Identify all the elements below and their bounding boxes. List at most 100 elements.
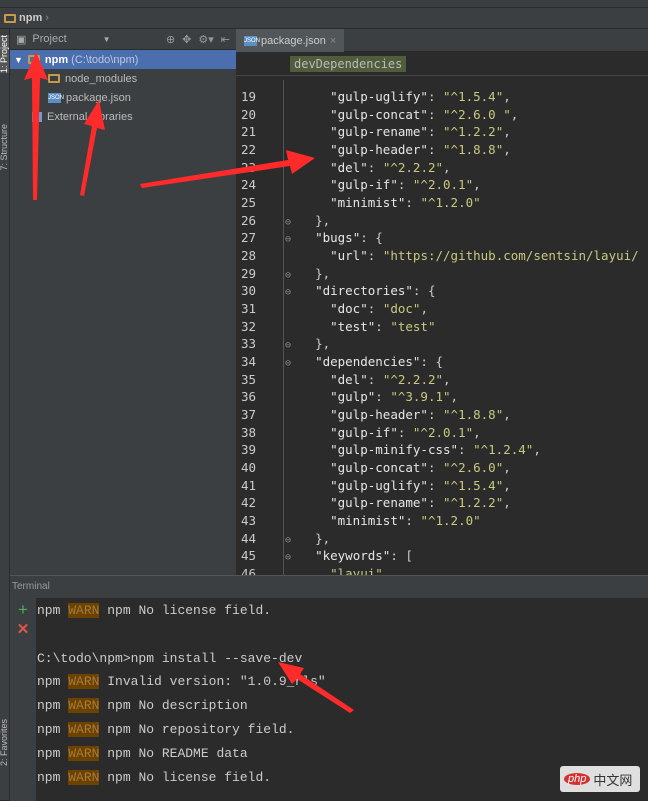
- json-value: "^1.5.4": [443, 477, 504, 493]
- tab-label: package.json: [261, 34, 326, 47]
- terminal-text: npm: [37, 674, 69, 690]
- project-view-select[interactable]: Project: [32, 33, 66, 45]
- json-punct: ,: [503, 142, 511, 157]
- json-punct: ,: [510, 106, 519, 122]
- json-key: "minimist": [330, 195, 406, 211]
- json-value: "^1.5.4": [443, 89, 504, 104]
- json-value: "^1.8.8": [443, 407, 504, 423]
- terminal-header: Terminal: [10, 576, 648, 598]
- code-line: 25 "minimist": "^1.2.0": [236, 194, 648, 212]
- tree-item-external-libraries[interactable]: External Libraries: [10, 107, 236, 126]
- line-number: 44: [241, 530, 257, 546]
- locate-icon[interactable]: ⊕: [166, 33, 175, 46]
- code-line: 27 ⊖ "bugs": {: [236, 229, 648, 247]
- json-key: "gulp-concat": [330, 106, 428, 122]
- json-file-icon: JSON: [48, 92, 65, 103]
- terminal-line: npm WARN Invalid version: "1.0.9_rls": [36, 671, 326, 691]
- tree-item-label: External Libraries: [47, 110, 133, 123]
- tool-tab-favorites[interactable]: 2: Favorites: [0, 719, 9, 766]
- nav-project[interactable]: npm: [19, 12, 42, 24]
- terminal-text: npm: [37, 603, 69, 618]
- terminal-line: npm WARN npm No license field.: [36, 767, 271, 787]
- json-key: "gulp-concat": [330, 460, 428, 476]
- line-number: 34: [241, 354, 257, 370]
- warn-badge: WARN: [68, 603, 100, 618]
- code-line: 32 "test": "test": [236, 318, 648, 336]
- tool-tab-structure[interactable]: 7: Structure: [0, 124, 9, 171]
- terminal-text: npm: [37, 745, 69, 761]
- tree-item-node-modules[interactable]: node_modules: [10, 69, 236, 88]
- code-line: 24 "gulp-if": "^2.0.1",: [236, 176, 648, 194]
- code-line: 22 "gulp-header": "^1.8.8",: [236, 141, 648, 159]
- close-session-icon[interactable]: ✕: [10, 620, 36, 638]
- project-panel-header: ▣ Project ▼ ⊕ ✥ ⚙▾ ⇤: [10, 29, 236, 50]
- terminal-text: C:\todo\npm>npm install --save-dev: [37, 650, 303, 666]
- tree-item-npm[interactable]: ▼ npm (C:\todo\npm): [10, 50, 236, 69]
- code-line: 36 "gulp": "^3.9.1",: [236, 388, 648, 406]
- json-value: "^1.8.8": [443, 142, 504, 157]
- navigation-bar: npm ›: [0, 8, 648, 29]
- json-punct: ,: [503, 124, 511, 140]
- json-value: "^2.0.1": [412, 177, 474, 193]
- line-number: 26: [241, 212, 257, 228]
- json-key: "gulp-rename": [330, 124, 428, 140]
- line-number: 36: [241, 389, 257, 405]
- json-punct: ,: [420, 301, 428, 317]
- code-line: 38 "gulp-if": "^2.0.1",: [236, 424, 648, 442]
- code-line: 35 "del": "^2.2.2",: [236, 371, 648, 389]
- json-value: "^1.2.0": [420, 513, 481, 529]
- tool-tab-project[interactable]: 1: Project: [0, 35, 9, 74]
- line-number: 29: [241, 265, 257, 281]
- terminal-toolbar: + ✕: [10, 598, 36, 801]
- json-punct: ,: [503, 477, 511, 493]
- editor: JSON package.json × devDependencies 19 "…: [236, 29, 648, 581]
- json-punct: ,: [443, 371, 451, 387]
- json-key: "gulp-header": [330, 142, 428, 157]
- code-line: 20 "gulp-concat": "^2.6.0 ",: [236, 106, 648, 124]
- code-line: 34 ⊖ "dependencies": {: [236, 353, 648, 371]
- json-key: "gulp-rename": [330, 495, 428, 511]
- json-punct: ,: [443, 159, 451, 175]
- json-punct: },: [315, 336, 331, 352]
- json-value: "doc": [382, 301, 421, 317]
- gear-icon[interactable]: ⚙▾: [198, 33, 213, 46]
- json-punct: ,: [503, 460, 511, 476]
- new-session-icon[interactable]: +: [10, 600, 36, 620]
- tree-item-package-json[interactable]: JSON package.json: [10, 88, 236, 107]
- json-value: "^2.6.0": [443, 460, 504, 476]
- expand-arrow-icon[interactable]: ▼: [14, 55, 23, 65]
- line-number: 33: [241, 336, 257, 352]
- line-number: 43: [241, 513, 257, 529]
- line-number: 37: [241, 407, 257, 423]
- json-punct: : [: [390, 548, 413, 564]
- collapse-icon[interactable]: ✥: [182, 33, 191, 46]
- json-punct: ,: [473, 177, 481, 193]
- code-line: 44 ⊖ },: [236, 530, 648, 548]
- terminal-panel: Terminal + ✕ npm WARN npm No license fie…: [10, 575, 648, 801]
- code-line: 33 ⊖ },: [236, 335, 648, 353]
- json-value: "^3.9.1": [390, 389, 451, 405]
- terminal-line: npm WARN npm No license field.: [36, 600, 271, 620]
- breadcrumb-item[interactable]: devDependencies: [290, 56, 407, 72]
- line-number: 24: [241, 177, 257, 193]
- close-icon[interactable]: ×: [330, 35, 336, 47]
- folder-icon: [48, 74, 60, 83]
- terminal-line: npm WARN npm No README data: [36, 743, 248, 763]
- code-line: 30 ⊖ "directories": {: [236, 282, 648, 300]
- code-line: 26 ⊖ },: [236, 212, 648, 230]
- tab-package-json[interactable]: JSON package.json ×: [236, 29, 345, 52]
- json-value: "^2.6.0 ": [443, 106, 511, 122]
- left-tool-stripe: 1: Project 7: Structure 2: Favorites: [0, 29, 10, 800]
- chevron-down-icon[interactable]: ▼: [103, 35, 111, 44]
- json-key: "gulp-header": [330, 407, 428, 423]
- hide-icon[interactable]: ⇤: [221, 33, 230, 46]
- code-line: 19 "gulp-uglify": "^1.5.4",: [236, 88, 648, 106]
- chevron-right-icon: ›: [45, 12, 49, 24]
- json-key: "url": [330, 248, 368, 264]
- terminal-line: npm WARN npm No description: [36, 695, 248, 715]
- json-key: "gulp-minify-css": [330, 442, 459, 458]
- json-value: "^1.2.2": [443, 495, 504, 511]
- json-punct: },: [315, 265, 331, 281]
- line-number: 38: [241, 424, 257, 440]
